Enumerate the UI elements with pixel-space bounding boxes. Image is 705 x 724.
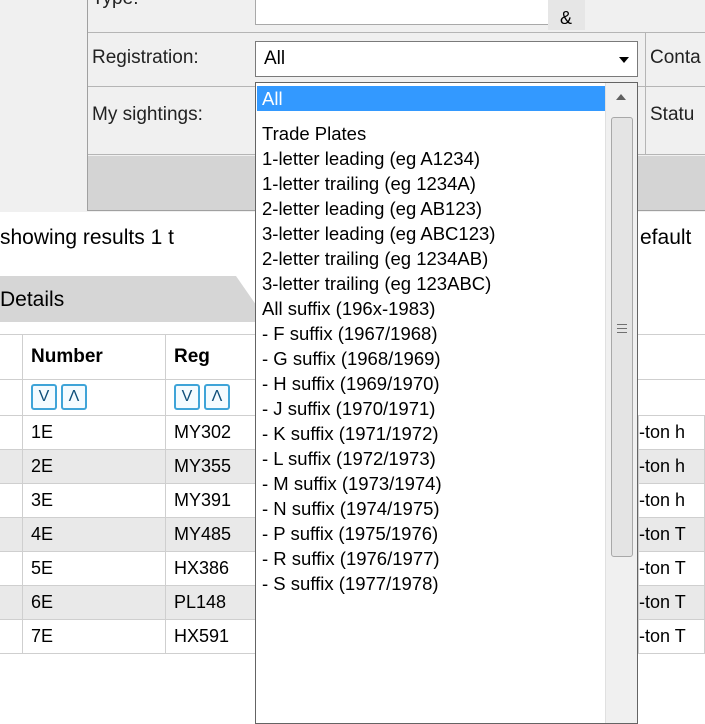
dropdown-option[interactable]: 3-letter leading (eg ABC123) [257,221,606,246]
number-cell: 7E [23,620,166,653]
sort-descending-button[interactable]: V [174,384,200,410]
sort-descending-button[interactable]: V [31,384,57,410]
contact-label: Conta [650,47,701,68]
dropdown-option[interactable]: - R suffix (1976/1977) [257,546,606,571]
amp-symbol: & [560,8,573,28]
reg-cell: MY391 [166,484,266,517]
desc-cell: -ton T [638,518,705,551]
desc-cell: -ton T [638,552,705,585]
row-gutter [0,552,23,585]
number-column-header[interactable]: Number [23,335,166,379]
reg-column-header[interactable]: Reg [166,335,266,379]
row-gutter [0,450,23,483]
reg-cell: PL148 [166,586,266,619]
amp-cell: & [548,0,585,30]
registration-select[interactable]: All [255,41,638,77]
desc-cell: -ton h [638,416,705,449]
number-cell: 6E [23,586,166,619]
table-sort-gutter [0,379,23,415]
reg-sort-cell: V Λ [166,379,266,415]
reg-cell: HX386 [166,552,266,585]
default-sort-text: efault [640,226,692,249]
row-gutter [0,484,23,517]
row-divider [88,32,705,33]
reg-cell: MY302 [166,416,266,449]
type-input[interactable] [255,0,549,25]
status-label: Statu [650,104,695,125]
scrollbar-thumb[interactable] [611,117,633,557]
desc-cell: -ton T [638,586,705,619]
tab-details-label: Details [0,288,65,311]
dropdown-option[interactable]: - J suffix (1970/1971) [257,396,606,421]
scroll-up-arrow-icon[interactable] [616,94,626,100]
desc-cell: -ton h [638,484,705,517]
table-header-gutter [0,335,23,379]
dropdown-option[interactable]: - F suffix (1967/1968) [257,321,606,346]
dropdown-option[interactable]: - M suffix (1973/1974) [257,471,606,496]
sort-ascending-button[interactable]: Λ [61,384,87,410]
dropdown-option[interactable]: - G suffix (1968/1969) [257,346,606,371]
dropdown-option[interactable]: 2-letter leading (eg AB123) [257,196,606,221]
sort-ascending-button[interactable]: Λ [204,384,230,410]
row-gutter [0,518,23,551]
reg-cell: MY355 [166,450,266,483]
number-cell: 1E [23,416,166,449]
dropdown-option-selected[interactable]: All [257,86,606,111]
desc-cell: -ton T [638,620,705,653]
chevron-down-icon[interactable] [619,57,629,63]
column-divider [645,33,646,155]
registration-dropdown-list[interactable]: All Trade Plates 1-letter leading (eg A1… [255,82,638,724]
desc-cell: -ton h [638,450,705,483]
number-cell: 5E [23,552,166,585]
number-cell: 2E [23,450,166,483]
grip-line [617,324,627,325]
number-sort-cell: V Λ [23,379,166,415]
dropdown-option[interactable]: 3-letter trailing (eg 123ABC) [257,271,606,296]
results-summary: showing results 1 t [0,226,174,249]
dropdown-option[interactable]: All suffix (196x-1983) [257,296,606,321]
registration-selected-value: All [264,48,286,69]
sightings-label: My sightings: [92,104,203,125]
dropdown-option[interactable]: 1-letter trailing (eg 1234A) [257,171,606,196]
dropdown-option[interactable]: - K suffix (1971/1972) [257,421,606,446]
dropdown-option[interactable]: - H suffix (1969/1970) [257,371,606,396]
reg-cell: HX591 [166,620,266,653]
registration-label: Registration: [92,47,199,68]
grip-line [617,332,627,333]
number-cell: 3E [23,484,166,517]
row-gutter [0,416,23,449]
dropdown-option[interactable]: 2-letter trailing (eg 1234AB) [257,246,606,271]
dropdown-option[interactable]: Trade Plates [257,121,606,146]
dropdown-option[interactable]: - L suffix (1972/1973) [257,446,606,471]
dropdown-option[interactable]: - N suffix (1974/1975) [257,496,606,521]
dropdown-scrollbar[interactable] [605,83,637,723]
row-gutter [0,586,23,619]
dropdown-option[interactable]: - S suffix (1977/1978) [257,571,606,596]
type-label: Type: [92,0,138,10]
number-cell: 4E [23,518,166,551]
row-gutter [0,620,23,653]
reg-cell: MY485 [166,518,266,551]
dropdown-option[interactable]: - P suffix (1975/1976) [257,521,606,546]
dropdown-option[interactable]: 1-letter leading (eg A1234) [257,146,606,171]
grip-line [617,328,627,329]
